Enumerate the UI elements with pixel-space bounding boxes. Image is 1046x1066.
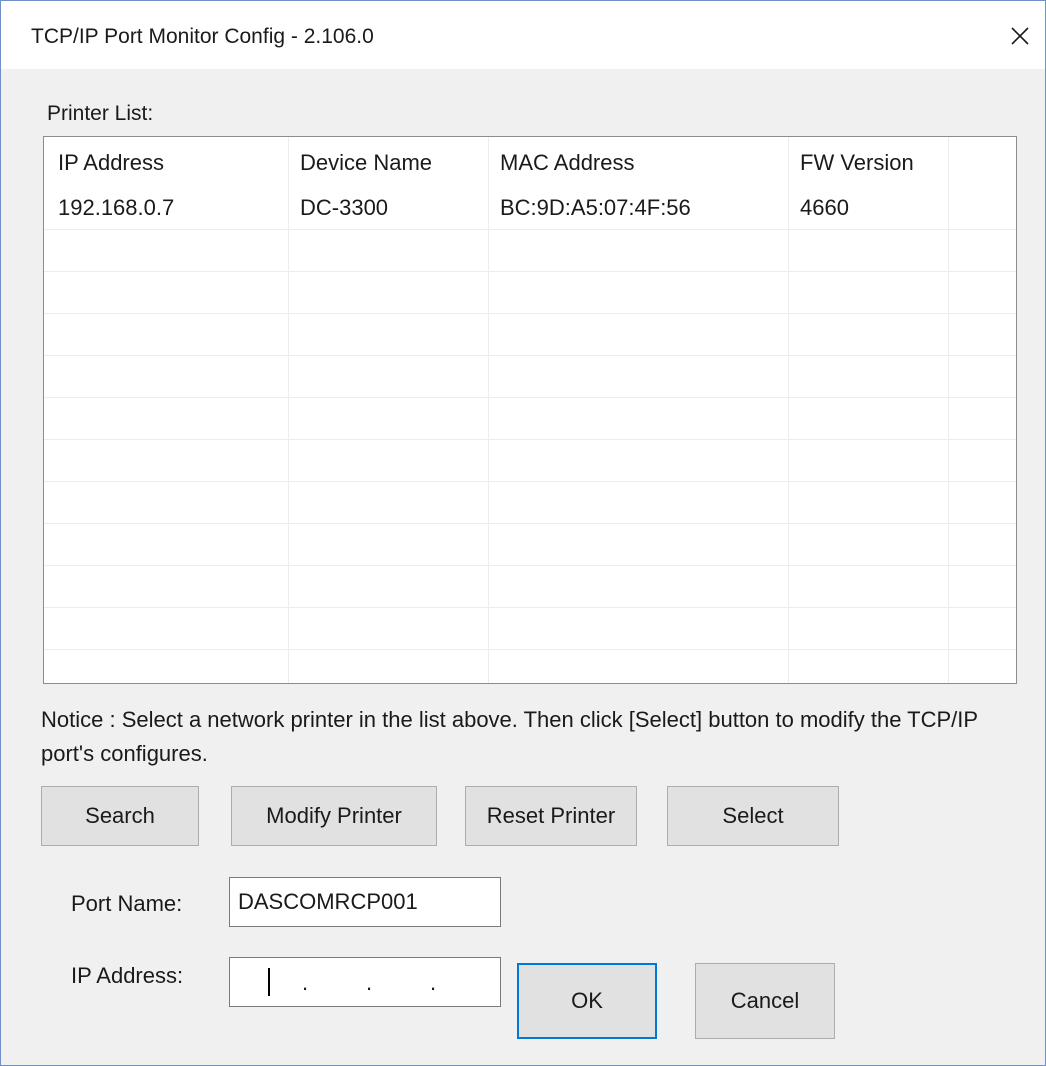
ip-separator: . xyxy=(302,970,309,995)
text-caret xyxy=(268,968,270,996)
empty-row xyxy=(44,607,1016,650)
cancel-button[interactable]: Cancel xyxy=(695,963,835,1039)
cell-device-name: DC-3300 xyxy=(300,195,389,220)
empty-row xyxy=(44,355,1016,398)
ip-separator: . xyxy=(430,970,437,995)
close-icon xyxy=(1011,27,1029,45)
empty-row xyxy=(44,565,1016,608)
reset-printer-button[interactable]: Reset Printer xyxy=(465,786,637,846)
empty-row xyxy=(44,523,1016,566)
cell-ip-address: 192.168.0.7 xyxy=(58,195,175,220)
printer-list[interactable]: IP Address Device Name MAC Address FW Ve… xyxy=(43,136,1017,684)
notice-text: Notice : Select a network printer in the… xyxy=(41,707,978,766)
title-bar: TCP/IP Port Monitor Config - 2.106.0 xyxy=(1,1,1045,69)
column-header-ip-address[interactable]: IP Address xyxy=(58,150,164,176)
search-button[interactable]: Search xyxy=(41,786,199,846)
empty-row xyxy=(44,229,1016,272)
close-button[interactable] xyxy=(1005,21,1035,51)
column-header-device-name[interactable]: Device Name xyxy=(300,150,432,176)
table-row[interactable]: 192.168.0.7 DC-3300 BC:9D:A5:07:4F:56 46… xyxy=(44,187,1016,230)
list-header: IP Address Device Name MAC Address FW Ve… xyxy=(44,137,1016,187)
printer-list-label: Printer List: xyxy=(47,102,154,125)
empty-row xyxy=(44,397,1016,440)
empty-row xyxy=(44,271,1016,314)
window-title: TCP/IP Port Monitor Config - 2.106.0 xyxy=(31,25,374,48)
dialog-window: TCP/IP Port Monitor Config - 2.106.0 Pri… xyxy=(0,0,1046,1066)
ok-button[interactable]: OK xyxy=(517,963,657,1039)
port-name-label: Port Name: xyxy=(71,891,183,916)
empty-row xyxy=(44,481,1016,524)
modify-printer-button[interactable]: Modify Printer xyxy=(231,786,437,846)
cell-fw-version: 4660 xyxy=(800,195,849,220)
empty-row xyxy=(44,439,1016,482)
column-header-fw-version[interactable]: FW Version xyxy=(800,150,914,176)
cell-mac-address: BC:9D:A5:07:4F:56 xyxy=(500,195,691,220)
column-header-mac-address[interactable]: MAC Address xyxy=(500,150,635,176)
ip-address-input[interactable]: . . . xyxy=(229,957,501,1007)
port-name-input[interactable] xyxy=(229,877,501,927)
ip-separator: . xyxy=(366,970,373,995)
select-button[interactable]: Select xyxy=(667,786,839,846)
ip-address-label: IP Address: xyxy=(71,963,184,988)
empty-row xyxy=(44,313,1016,356)
